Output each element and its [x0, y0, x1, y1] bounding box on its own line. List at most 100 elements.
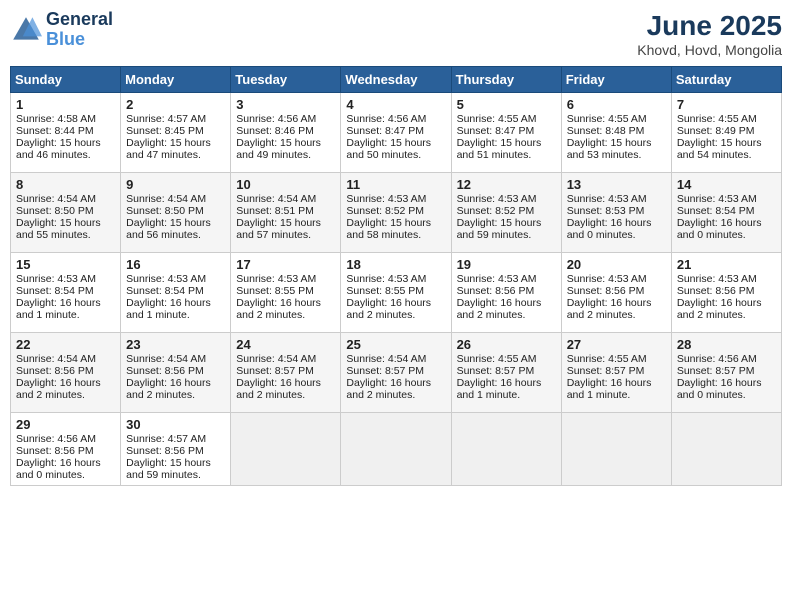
day-number: 4 — [346, 97, 445, 112]
logo-icon — [10, 14, 42, 46]
calendar-table: Sunday Monday Tuesday Wednesday Thursday… — [10, 66, 782, 486]
daylight-label: Daylight: 15 hours and 46 minutes. — [16, 137, 101, 161]
table-row: 26 Sunrise: 4:55 AM Sunset: 8:57 PM Dayl… — [451, 333, 561, 413]
header-tuesday: Tuesday — [231, 67, 341, 93]
sunset-label: Sunset: 8:52 PM — [346, 205, 424, 217]
sunrise-label: Sunrise: 4:57 AM — [126, 433, 206, 445]
table-row: 4 Sunrise: 4:56 AM Sunset: 8:47 PM Dayli… — [341, 93, 451, 173]
day-number: 18 — [346, 257, 445, 272]
daylight-label: Daylight: 15 hours and 50 minutes. — [346, 137, 431, 161]
day-number: 29 — [16, 417, 115, 432]
day-number: 9 — [126, 177, 225, 192]
table-row: 11 Sunrise: 4:53 AM Sunset: 8:52 PM Dayl… — [341, 173, 451, 253]
day-number: 12 — [457, 177, 556, 192]
day-number: 8 — [16, 177, 115, 192]
daylight-label: Daylight: 16 hours and 1 minute. — [16, 297, 101, 321]
sunrise-label: Sunrise: 4:56 AM — [16, 433, 96, 445]
table-row: 27 Sunrise: 4:55 AM Sunset: 8:57 PM Dayl… — [561, 333, 671, 413]
table-row: 18 Sunrise: 4:53 AM Sunset: 8:55 PM Dayl… — [341, 253, 451, 333]
header-thursday: Thursday — [451, 67, 561, 93]
sunrise-label: Sunrise: 4:54 AM — [346, 353, 426, 365]
table-row: 12 Sunrise: 4:53 AM Sunset: 8:52 PM Dayl… — [451, 173, 561, 253]
daylight-label: Daylight: 15 hours and 58 minutes. — [346, 217, 431, 241]
daylight-label: Daylight: 16 hours and 2 minutes. — [567, 297, 652, 321]
daylight-label: Daylight: 16 hours and 2 minutes. — [346, 377, 431, 401]
day-number: 13 — [567, 177, 666, 192]
table-row — [561, 413, 671, 486]
day-number: 6 — [567, 97, 666, 112]
sunset-label: Sunset: 8:45 PM — [126, 125, 204, 137]
header-saturday: Saturday — [671, 67, 781, 93]
table-row: 7 Sunrise: 4:55 AM Sunset: 8:49 PM Dayli… — [671, 93, 781, 173]
daylight-label: Daylight: 15 hours and 49 minutes. — [236, 137, 321, 161]
sunrise-label: Sunrise: 4:54 AM — [16, 193, 96, 205]
daylight-label: Daylight: 16 hours and 1 minute. — [457, 377, 542, 401]
day-number: 24 — [236, 337, 335, 352]
day-number: 14 — [677, 177, 776, 192]
sunset-label: Sunset: 8:46 PM — [236, 125, 314, 137]
sunrise-label: Sunrise: 4:56 AM — [236, 113, 316, 125]
daylight-label: Daylight: 15 hours and 59 minutes. — [126, 457, 211, 481]
sunset-label: Sunset: 8:57 PM — [236, 365, 314, 377]
sunrise-label: Sunrise: 4:54 AM — [126, 353, 206, 365]
sunset-label: Sunset: 8:51 PM — [236, 205, 314, 217]
daylight-label: Daylight: 16 hours and 2 minutes. — [236, 297, 321, 321]
daylight-label: Daylight: 16 hours and 0 minutes. — [567, 217, 652, 241]
table-row: 23 Sunrise: 4:54 AM Sunset: 8:56 PM Dayl… — [121, 333, 231, 413]
sunrise-label: Sunrise: 4:56 AM — [346, 113, 426, 125]
header: General Blue June 2025 Khovd, Hovd, Mong… — [10, 10, 782, 58]
sunrise-label: Sunrise: 4:53 AM — [567, 273, 647, 285]
sunset-label: Sunset: 8:56 PM — [567, 285, 645, 297]
daylight-label: Daylight: 15 hours and 56 minutes. — [126, 217, 211, 241]
sunset-label: Sunset: 8:55 PM — [346, 285, 424, 297]
sunset-label: Sunset: 8:53 PM — [567, 205, 645, 217]
table-row: 10 Sunrise: 4:54 AM Sunset: 8:51 PM Dayl… — [231, 173, 341, 253]
day-number: 3 — [236, 97, 335, 112]
sunset-label: Sunset: 8:56 PM — [126, 445, 204, 457]
table-row: 13 Sunrise: 4:53 AM Sunset: 8:53 PM Dayl… — [561, 173, 671, 253]
day-number: 28 — [677, 337, 776, 352]
sunset-label: Sunset: 8:50 PM — [16, 205, 94, 217]
calendar-week-2: 8 Sunrise: 4:54 AM Sunset: 8:50 PM Dayli… — [11, 173, 782, 253]
sunrise-label: Sunrise: 4:57 AM — [126, 113, 206, 125]
day-number: 1 — [16, 97, 115, 112]
daylight-label: Daylight: 16 hours and 1 minute. — [567, 377, 652, 401]
sunrise-label: Sunrise: 4:53 AM — [126, 273, 206, 285]
sunrise-label: Sunrise: 4:53 AM — [677, 273, 757, 285]
sunrise-label: Sunrise: 4:55 AM — [457, 353, 537, 365]
sunrise-label: Sunrise: 4:53 AM — [346, 273, 426, 285]
daylight-label: Daylight: 16 hours and 0 minutes. — [677, 377, 762, 401]
day-number: 5 — [457, 97, 556, 112]
day-number: 19 — [457, 257, 556, 272]
sunset-label: Sunset: 8:56 PM — [16, 365, 94, 377]
sunset-label: Sunset: 8:47 PM — [346, 125, 424, 137]
sunset-label: Sunset: 8:54 PM — [677, 205, 755, 217]
day-number: 7 — [677, 97, 776, 112]
sunrise-label: Sunrise: 4:53 AM — [677, 193, 757, 205]
day-number: 22 — [16, 337, 115, 352]
sunset-label: Sunset: 8:57 PM — [346, 365, 424, 377]
sunrise-label: Sunrise: 4:55 AM — [567, 353, 647, 365]
sunset-label: Sunset: 8:52 PM — [457, 205, 535, 217]
sunrise-label: Sunrise: 4:53 AM — [457, 193, 537, 205]
sunrise-label: Sunrise: 4:58 AM — [16, 113, 96, 125]
table-row: 21 Sunrise: 4:53 AM Sunset: 8:56 PM Dayl… — [671, 253, 781, 333]
day-number: 16 — [126, 257, 225, 272]
table-row: 8 Sunrise: 4:54 AM Sunset: 8:50 PM Dayli… — [11, 173, 121, 253]
sunset-label: Sunset: 8:54 PM — [126, 285, 204, 297]
table-row — [451, 413, 561, 486]
sunrise-label: Sunrise: 4:53 AM — [567, 193, 647, 205]
sunrise-label: Sunrise: 4:54 AM — [236, 353, 316, 365]
calendar-week-4: 22 Sunrise: 4:54 AM Sunset: 8:56 PM Dayl… — [11, 333, 782, 413]
sunrise-label: Sunrise: 4:55 AM — [677, 113, 757, 125]
day-number: 17 — [236, 257, 335, 272]
daylight-label: Daylight: 15 hours and 51 minutes. — [457, 137, 542, 161]
sunrise-label: Sunrise: 4:56 AM — [677, 353, 757, 365]
calendar-week-3: 15 Sunrise: 4:53 AM Sunset: 8:54 PM Dayl… — [11, 253, 782, 333]
table-row: 15 Sunrise: 4:53 AM Sunset: 8:54 PM Dayl… — [11, 253, 121, 333]
sunrise-label: Sunrise: 4:53 AM — [346, 193, 426, 205]
header-sunday: Sunday — [11, 67, 121, 93]
sunset-label: Sunset: 8:50 PM — [126, 205, 204, 217]
sunset-label: Sunset: 8:44 PM — [16, 125, 94, 137]
sunset-label: Sunset: 8:57 PM — [457, 365, 535, 377]
